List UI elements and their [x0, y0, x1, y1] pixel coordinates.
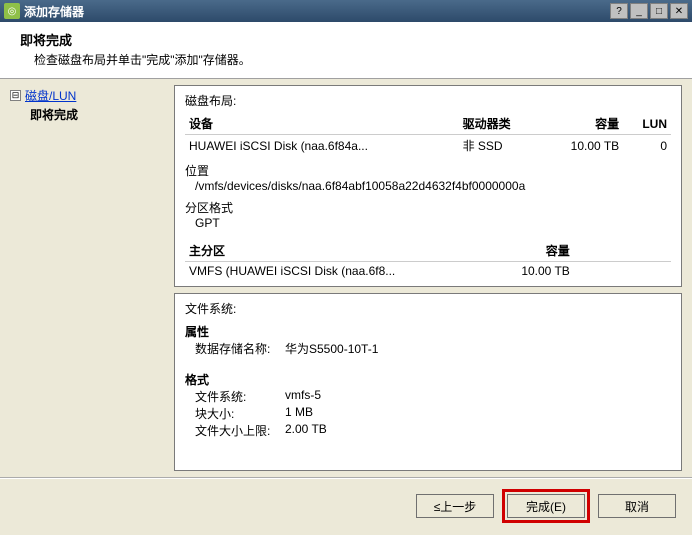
- finish-button[interactable]: 完成(E): [507, 494, 585, 518]
- content: 磁盘布局: 设备 驱动器类 容量 LUN HUAWEI iSCSI Disk (…: [170, 79, 692, 477]
- cell-primary-capacity: 10.00 TB: [452, 262, 574, 281]
- titlebar-left: ◎ 添加存储器: [4, 3, 84, 20]
- block-label: 块大小:: [185, 405, 285, 422]
- attr-row-maxfile: 文件大小上限: 2.00 TB: [185, 422, 671, 439]
- attr-row-dsname: 数据存储名称: 华为S5500-10T-1: [185, 340, 671, 357]
- sidebar-item-disklun[interactable]: 磁盘/LUN: [25, 87, 76, 104]
- cell-lun: 0: [623, 135, 671, 157]
- header-area: 即将完成 检查磁盘布局并单击"完成"添加"存储器。: [0, 22, 692, 79]
- help-button[interactable]: ?: [610, 3, 628, 19]
- page-title: 即将完成: [20, 30, 672, 49]
- footer: ≤上一步 完成(E) 取消: [0, 477, 692, 533]
- disk-layout-panel: 磁盘布局: 设备 驱动器类 容量 LUN HUAWEI iSCSI Disk (…: [174, 85, 682, 287]
- window-title: 添加存储器: [24, 3, 84, 20]
- sidebar-item-finish: 即将完成: [30, 106, 160, 123]
- cell-device: HUAWEI iSCSI Disk (naa.6f84a...: [185, 135, 459, 157]
- back-button[interactable]: ≤上一步: [416, 494, 494, 518]
- partfmt-value: GPT: [185, 216, 671, 230]
- app-icon: ◎: [4, 3, 20, 19]
- location-value: /vmfs/devices/disks/naa.6f84abf10058a22d…: [185, 179, 671, 193]
- cell-capacity: 10.00 TB: [541, 135, 624, 157]
- col-primary: 主分区: [185, 240, 452, 262]
- location-label: 位置: [185, 162, 671, 179]
- cancel-button[interactable]: 取消: [598, 494, 676, 518]
- col-primary-capacity: 容量: [452, 240, 574, 262]
- table-row: VMFS (HUAWEI iSCSI Disk (naa.6f8... 10.0…: [185, 262, 671, 281]
- minimize-button[interactable]: _: [630, 3, 648, 19]
- table-row: HUAWEI iSCSI Disk (naa.6f84a... 非 SSD 10…: [185, 135, 671, 157]
- filesystem-panel: 文件系统: 属性 数据存储名称: 华为S5500-10T-1 格式 文件系统: …: [174, 293, 682, 471]
- device-table: 设备 驱动器类 容量 LUN HUAWEI iSCSI Disk (naa.6f…: [185, 113, 671, 156]
- col-driver: 驱动器类: [459, 113, 541, 135]
- tree-expander-icon[interactable]: ⊟: [10, 90, 21, 101]
- dsname-value: 华为S5500-10T-1: [285, 340, 378, 357]
- attr-label: 属性: [185, 323, 671, 340]
- attr-row-block: 块大小: 1 MB: [185, 405, 671, 422]
- col-lun: LUN: [623, 113, 671, 135]
- attr-row-fs: 文件系统: vmfs-5: [185, 388, 671, 405]
- fs-label: 文件系统:: [185, 388, 285, 405]
- maximize-button[interactable]: □: [650, 3, 668, 19]
- titlebar: ◎ 添加存储器 ? _ □ ✕: [0, 0, 692, 22]
- page-subtitle: 检查磁盘布局并单击"完成"添加"存储器。: [20, 51, 672, 68]
- finish-highlight: 完成(E): [502, 489, 590, 523]
- format-label: 格式: [185, 371, 671, 388]
- dsname-label: 数据存储名称:: [185, 340, 285, 357]
- maxfile-value: 2.00 TB: [285, 422, 327, 439]
- col-device: 设备: [185, 113, 459, 135]
- filesystem-title: 文件系统:: [185, 300, 671, 317]
- cell-driver: 非 SSD: [459, 135, 541, 157]
- cell-primary-name: VMFS (HUAWEI iSCSI Disk (naa.6f8...: [185, 262, 452, 281]
- primary-partition-table: 主分区 容量 VMFS (HUAWEI iSCSI Disk (naa.6f8.…: [185, 240, 671, 280]
- window-controls: ? _ □ ✕: [610, 3, 688, 19]
- disk-layout-title: 磁盘布局:: [185, 92, 671, 109]
- main-area: ⊟ 磁盘/LUN 即将完成 磁盘布局: 设备 驱动器类 容量 LUN HUAWE…: [0, 79, 692, 477]
- close-button[interactable]: ✕: [670, 3, 688, 19]
- tree-row-disklun: ⊟ 磁盘/LUN: [10, 87, 160, 104]
- sidebar: ⊟ 磁盘/LUN 即将完成: [0, 79, 170, 477]
- maxfile-label: 文件大小上限:: [185, 422, 285, 439]
- partfmt-label: 分区格式: [185, 199, 671, 216]
- fs-value: vmfs-5: [285, 388, 321, 405]
- block-value: 1 MB: [285, 405, 313, 422]
- col-capacity: 容量: [541, 113, 624, 135]
